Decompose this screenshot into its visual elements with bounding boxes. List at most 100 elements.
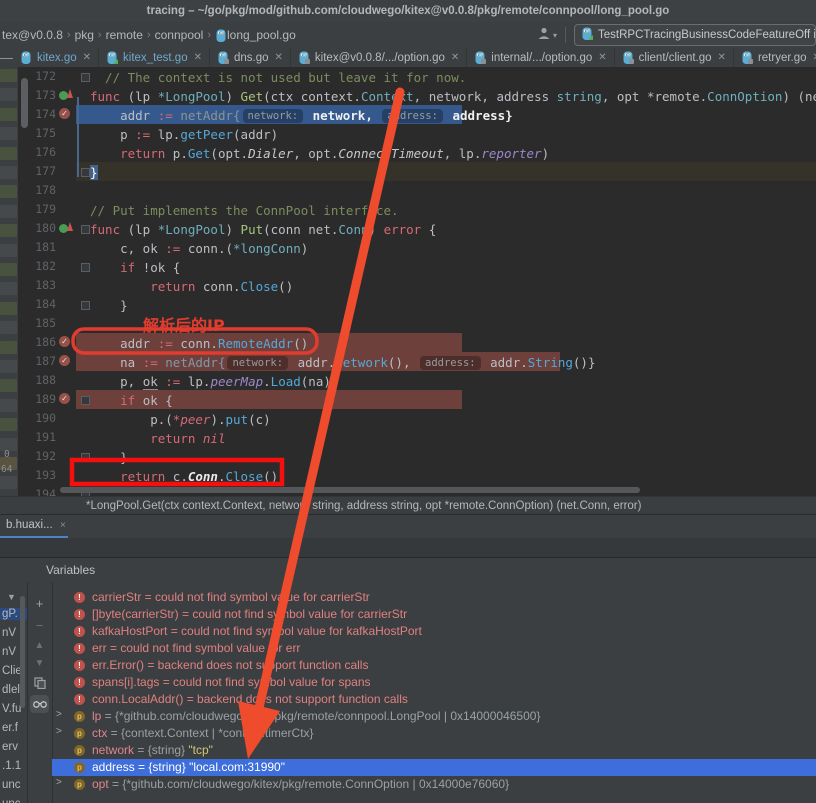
variable-row[interactable]: !carrierStr = could not find symbol valu… xyxy=(52,589,816,606)
stack-frame-item[interactable]: nV xyxy=(2,627,16,639)
stack-frame-item[interactable]: unc xyxy=(2,798,21,803)
frames-scrollbar[interactable] xyxy=(20,596,25,708)
stack-frame-item[interactable]: erv xyxy=(2,741,18,753)
code-line[interactable]: 179// Put implements the ConnPool interf… xyxy=(0,200,816,219)
code-line[interactable]: 192 } xyxy=(0,447,816,466)
line-number[interactable]: 183 xyxy=(30,278,56,292)
window-titlebar[interactable]: tracing – ~/go/pkg/mod/github.com/cloudw… xyxy=(0,0,816,23)
breadcrumb-item[interactable]: long_pool.go xyxy=(227,28,296,42)
line-number[interactable]: 182 xyxy=(30,259,56,273)
code-line[interactable]: 174✓ addr := netAddr{network: network, a… xyxy=(0,105,816,124)
code-line[interactable]: 181 c, ok := conn.(*longConn) xyxy=(0,238,816,257)
add-watch-button[interactable]: + xyxy=(27,594,52,612)
line-number[interactable]: 175 xyxy=(30,126,56,140)
breakpoint-verified-icon[interactable]: ✓ xyxy=(59,393,70,404)
code-line[interactable]: 183 return conn.Close() xyxy=(0,276,816,295)
variable-row[interactable]: !spans[i].tags = could not find symbol v… xyxy=(52,674,816,691)
breadcrumb-item[interactable]: pkg xyxy=(75,28,94,42)
fold-end-icon[interactable] xyxy=(81,168,90,177)
line-number[interactable]: 187 xyxy=(30,354,56,368)
editor-tab[interactable]: kitex.go✕ xyxy=(13,48,99,67)
run-test-icon[interactable] xyxy=(59,89,73,103)
close-icon[interactable]: ✕ xyxy=(451,52,459,63)
line-number[interactable]: 179 xyxy=(30,202,56,216)
line-number[interactable]: 178 xyxy=(30,183,56,197)
editor-tab[interactable]: retryer.go✕ xyxy=(734,48,816,67)
duplicate-watch-button[interactable] xyxy=(27,674,52,692)
run-test-icon[interactable] xyxy=(59,222,73,236)
code-line[interactable]: 193 return c.Conn.Close() xyxy=(0,466,816,485)
fold-end-icon[interactable] xyxy=(81,301,90,310)
code-line[interactable]: 190 p.(*peer).put(c) xyxy=(0,409,816,428)
code-line[interactable]: 184 } xyxy=(0,295,816,314)
close-icon[interactable]: ✕ xyxy=(83,52,91,63)
stack-frame-item[interactable]: dlel xyxy=(2,684,20,696)
code-line[interactable]: 191 return nil xyxy=(0,428,816,447)
variable-row[interactable]: ![]byte(carrierStr) = could not find sym… xyxy=(52,606,816,623)
close-icon[interactable]: × xyxy=(60,520,66,531)
line-number[interactable]: 189 xyxy=(30,392,56,406)
line-number[interactable]: 181 xyxy=(30,240,56,254)
variable-row[interactable]: !err = could not find symbol value for e… xyxy=(52,640,816,657)
line-number[interactable]: 186 xyxy=(30,335,56,349)
code-line[interactable]: 172 // The context is not used but leave… xyxy=(0,67,816,86)
stack-frame-item[interactable]: .1.1 xyxy=(2,760,21,772)
hide-tabs-icon[interactable]: — xyxy=(0,48,13,67)
code-line[interactable]: 187✓ na := netAddr{network: addr.Network… xyxy=(0,352,816,371)
stack-frame-item[interactable]: nV xyxy=(2,646,16,658)
breakpoint-verified-icon[interactable]: ✓ xyxy=(59,108,70,119)
variable-row[interactable]: >plp = {*github.com/cloudwego/kitex/pkg/… xyxy=(52,708,816,725)
editor-tab[interactable]: client/client.go✕ xyxy=(615,48,734,67)
line-number[interactable]: 192 xyxy=(30,449,56,463)
fold-icon[interactable] xyxy=(81,73,90,82)
line-number[interactable]: 191 xyxy=(30,430,56,444)
code-line[interactable]: 178 xyxy=(0,181,816,200)
breadcrumb-item[interactable]: connpool xyxy=(155,28,204,42)
code-line[interactable]: 180func (lp *LongPool) Put(conn net.Conn… xyxy=(0,219,816,238)
variables-tree[interactable]: !carrierStr = could not find symbol valu… xyxy=(52,582,816,803)
code-line[interactable]: 173func (lp *LongPool) Get(ctx context.C… xyxy=(0,86,816,105)
run-configuration[interactable]: TestRPCTracingBusinessCodeFeatureOff in … xyxy=(574,24,816,46)
line-number[interactable]: 173 xyxy=(30,88,56,102)
code-line[interactable]: 189✓ if ok { xyxy=(0,390,816,409)
code-line[interactable]: 177} xyxy=(0,162,816,181)
fold-icon[interactable] xyxy=(81,396,90,405)
frames-list[interactable]: ▼ gP.nVnVCliedlelV.fuer.ferv.1.1uncunc xyxy=(0,582,28,803)
fold-icon[interactable] xyxy=(81,225,90,234)
breakpoint-verified-icon[interactable]: ✓ xyxy=(59,336,70,347)
move-down-button[interactable]: ▼ xyxy=(27,654,52,672)
debug-session-tab[interactable]: b.huaxi... xyxy=(6,519,53,531)
show-watches-button[interactable] xyxy=(30,695,49,713)
line-number[interactable]: 193 xyxy=(30,468,56,482)
close-icon[interactable]: ✕ xyxy=(275,52,283,63)
code-line[interactable]: 188 p, ok := lp.peerMap.Load(na) xyxy=(0,371,816,390)
expand-chevron-icon[interactable]: > xyxy=(56,726,62,737)
variable-row[interactable]: >popt = {*github.com/cloudwego/kitex/pkg… xyxy=(52,776,816,793)
variable-row[interactable]: pnetwork = {string} "tcp" xyxy=(52,742,816,759)
stack-frame-item[interactable]: er.f xyxy=(2,722,18,734)
remove-watch-button[interactable]: − xyxy=(27,616,52,634)
variable-row[interactable]: >pctx = {context.Context | *context.time… xyxy=(52,725,816,742)
stack-frame-item[interactable]: V.fu xyxy=(2,703,21,715)
variable-row[interactable]: !kafkaHostPort = could not find symbol v… xyxy=(52,623,816,640)
code-line[interactable]: 176 return p.Get(opt.Dialer, opt.Connect… xyxy=(0,143,816,162)
fold-icon[interactable] xyxy=(81,263,90,272)
line-number[interactable]: 176 xyxy=(30,145,56,159)
editor-tab[interactable]: dns.go✕ xyxy=(210,48,291,67)
variable-row[interactable]: paddress = {string} "local.com:31990" xyxy=(52,759,816,776)
close-icon[interactable]: ✕ xyxy=(194,52,202,63)
fold-end-icon[interactable] xyxy=(81,453,90,462)
close-icon[interactable]: ✕ xyxy=(598,52,606,63)
breakpoint-verified-icon[interactable]: ✓ xyxy=(59,355,70,366)
variable-row[interactable]: !conn.LocalAddr() = backend does not sup… xyxy=(52,691,816,708)
code-line[interactable]: 186✓ addr := conn.RemoteAddr() xyxy=(0,333,816,352)
close-icon[interactable]: ✕ xyxy=(813,52,816,63)
line-number[interactable]: 194 xyxy=(30,487,56,496)
code-line[interactable]: 182 if !ok { xyxy=(0,257,816,276)
line-number[interactable]: 184 xyxy=(30,297,56,311)
close-icon[interactable]: ✕ xyxy=(718,52,726,63)
line-number[interactable]: 188 xyxy=(30,373,56,387)
breadcrumb-item[interactable]: tex@v0.0.8 xyxy=(2,28,63,42)
line-number[interactable]: 177 xyxy=(30,164,56,178)
horizontal-scrollbar[interactable] xyxy=(60,487,640,493)
